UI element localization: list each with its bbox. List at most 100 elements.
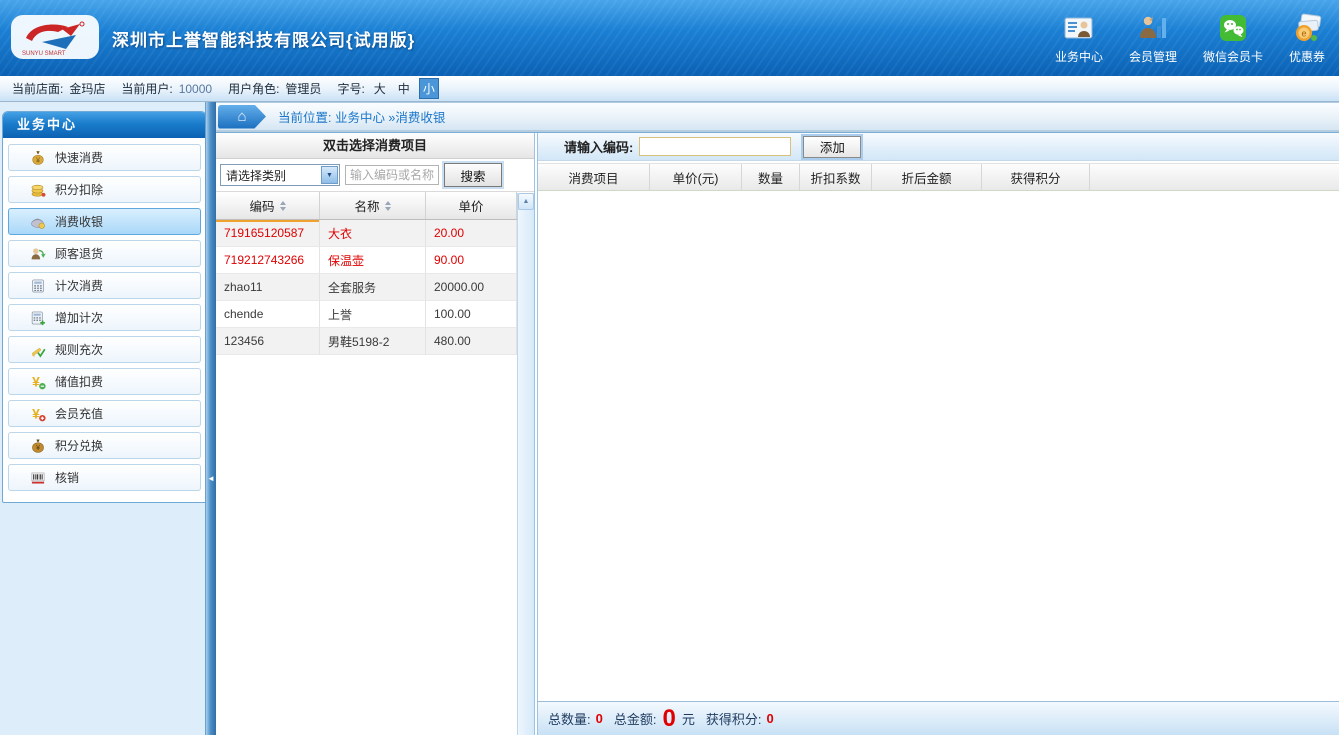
cell-name: 上誉	[320, 301, 426, 328]
table-row[interactable]: 719165120587 大衣 20.00	[216, 220, 517, 247]
sidebar-item-count-consume[interactable]: 计次消费	[8, 272, 201, 299]
sort-icon	[385, 201, 391, 211]
body: 业务中心 ¥ 快速消费 积分扣除 消费收银	[0, 102, 1339, 735]
product-panel-title: 双击选择消费项目	[216, 133, 534, 159]
font-size-small-button[interactable]: 小	[419, 78, 439, 99]
nav-business-center[interactable]: 业务中心	[1055, 11, 1103, 65]
column-header-discount: 折扣系数	[800, 164, 872, 190]
cell-code: 123456	[216, 328, 320, 355]
sidebar-collapse-bar[interactable]: ◄	[205, 102, 216, 735]
table-row[interactable]: chende 上誉 100.00	[216, 301, 517, 328]
sidebar-item-label: 增加计次	[55, 309, 103, 326]
cart-table-header: 消费项目 单价(元) 数量 折扣系数 折后金额 获得积分	[538, 163, 1339, 191]
total-amount-value: 0	[662, 707, 675, 731]
product-table-empty-area	[216, 355, 534, 735]
vertical-scrollbar[interactable]: ▲	[517, 193, 534, 735]
font-size-medium-button[interactable]: 中	[395, 79, 413, 98]
cell-name: 全套服务	[320, 274, 426, 301]
panels: 双击选择消费项目 请选择类别 ▼ 搜索 编码	[216, 132, 1339, 735]
calculator-icon	[30, 278, 46, 294]
code-input-bar: 请输入编码: 添加	[538, 133, 1339, 161]
column-header-price[interactable]: 单价	[426, 192, 517, 219]
top-nav: 业务中心 会员管理	[1055, 11, 1325, 65]
cell-code: chende	[216, 301, 320, 328]
sidebar-item-points-exchange[interactable]: ¥ 积分兑换	[8, 432, 201, 459]
add-button[interactable]: 添加	[803, 136, 861, 158]
sidebar-item-quick-consume[interactable]: ¥ 快速消费	[8, 144, 201, 171]
product-table-header: 编码 名称 单价	[216, 192, 517, 220]
yen-deduct-icon: ¥	[30, 374, 46, 390]
column-header-points: 获得积分	[982, 164, 1090, 190]
sidebar-item-stored-value-deduct[interactable]: ¥ 储值扣费	[8, 368, 201, 395]
nav-coupon[interactable]: e 优惠券	[1289, 11, 1325, 65]
calculator-plus-icon	[30, 310, 46, 326]
sidebar-item-points-deduct[interactable]: 积分扣除	[8, 176, 201, 203]
sidebar: 业务中心 ¥ 快速消费 积分扣除 消费收银	[0, 102, 216, 735]
column-header-item: 消费项目	[538, 164, 650, 190]
column-header-spacer	[1090, 164, 1339, 190]
scroll-up-button[interactable]: ▲	[518, 193, 534, 210]
sidebar-item-add-count[interactable]: 增加计次	[8, 304, 201, 331]
sidebar-item-label: 计次消费	[55, 277, 103, 294]
column-label: 名称	[354, 196, 379, 215]
cell-name: 保温壶	[320, 247, 426, 274]
sidebar-item-member-recharge[interactable]: ¥ 会员充值	[8, 400, 201, 427]
sidebar-item-label: 快速消费	[55, 149, 103, 166]
coupon-icon: e	[1290, 11, 1324, 45]
nav-label: 业务中心	[1055, 48, 1103, 65]
sidebar-item-rule-recharge[interactable]: 规则充次	[8, 336, 201, 363]
column-header-discounted-amount: 折后金额	[872, 164, 982, 190]
category-select[interactable]: 请选择类别 ▼	[220, 164, 340, 186]
barcode-icon	[30, 470, 46, 486]
total-qty-label: 总数量:	[548, 709, 591, 728]
font-size-large-button[interactable]: 大	[371, 79, 389, 98]
cart-panel: 请输入编码: 添加 消费项目 单价(元) 数量 折扣系数 折后金额 获得积分	[537, 133, 1339, 735]
nav-wechat-card[interactable]: 微信会员卡	[1203, 11, 1263, 65]
cart-summary-bar: 总数量: 0 总金额: 0 元 获得积分: 0	[538, 701, 1339, 735]
category-select-value: 请选择类别	[226, 167, 286, 184]
sidebar-item-label: 规则充次	[55, 341, 103, 358]
app-window: SUNYU SMART 深圳市上誉智能科技有限公司{试用版} 业务中心	[0, 0, 1339, 735]
breadcrumb: ⌂ 当前位置: 业务中心 »消费收银	[216, 102, 1339, 132]
nav-member-management[interactable]: 会员管理	[1129, 11, 1177, 65]
code-input[interactable]	[639, 137, 791, 156]
cell-price: 100.00	[426, 301, 517, 328]
table-row[interactable]: 123456 男鞋5198-2 480.00	[216, 328, 517, 355]
money-bag-icon: ¥	[30, 150, 46, 166]
cashier-icon	[30, 214, 46, 230]
role-value: 管理员	[285, 80, 321, 97]
sidebar-item-cashier[interactable]: 消费收银	[8, 208, 201, 235]
sidebar-item-label: 核销	[55, 469, 79, 486]
collapse-left-icon: ◄	[207, 474, 215, 483]
cell-price: 20000.00	[426, 274, 517, 301]
earned-points-value: 0	[766, 711, 773, 726]
search-button[interactable]: 搜索	[444, 163, 502, 187]
svg-text:¥: ¥	[36, 157, 40, 164]
cell-price: 480.00	[426, 328, 517, 355]
cell-price: 90.00	[426, 247, 517, 274]
table-row[interactable]: zhao11 全套服务 20000.00	[216, 274, 517, 301]
product-search-input[interactable]	[345, 165, 439, 185]
home-icon: ⌂	[237, 108, 246, 125]
role-label: 用户角色:	[228, 80, 279, 97]
column-header-name[interactable]: 名称	[320, 192, 426, 219]
sidebar-item-verify[interactable]: 核销	[8, 464, 201, 491]
cell-code: 719212743266	[216, 247, 320, 274]
cell-name: 大衣	[320, 220, 426, 247]
store-label: 当前店面:	[12, 80, 63, 97]
total-qty-value: 0	[596, 711, 603, 726]
product-filter-bar: 请选择类别 ▼ 搜索	[216, 159, 534, 192]
app-header: SUNYU SMART 深圳市上誉智能科技有限公司{试用版} 业务中心	[0, 0, 1339, 76]
company-logo-icon: SUNYU SMART	[10, 14, 100, 62]
status-toolbar: 当前店面: 金玛店 当前用户: 10000 用户角色: 管理员 字号: 大 中 …	[0, 76, 1339, 102]
table-row[interactable]: 719212743266 保温壶 90.00	[216, 247, 517, 274]
column-header-code[interactable]: 编码	[216, 192, 320, 219]
nav-label: 会员管理	[1129, 48, 1177, 65]
brand: SUNYU SMART 深圳市上誉智能科技有限公司{试用版}	[10, 14, 415, 62]
home-button[interactable]: ⌂	[218, 105, 266, 129]
store-value: 金玛店	[69, 80, 105, 97]
nav-label: 优惠券	[1289, 48, 1325, 65]
sidebar-item-customer-return[interactable]: 顾客退货	[8, 240, 201, 267]
column-label: 单价	[458, 196, 483, 215]
sidebar-menu: ¥ 快速消费 积分扣除 消费收银 顾客退货	[3, 138, 206, 491]
